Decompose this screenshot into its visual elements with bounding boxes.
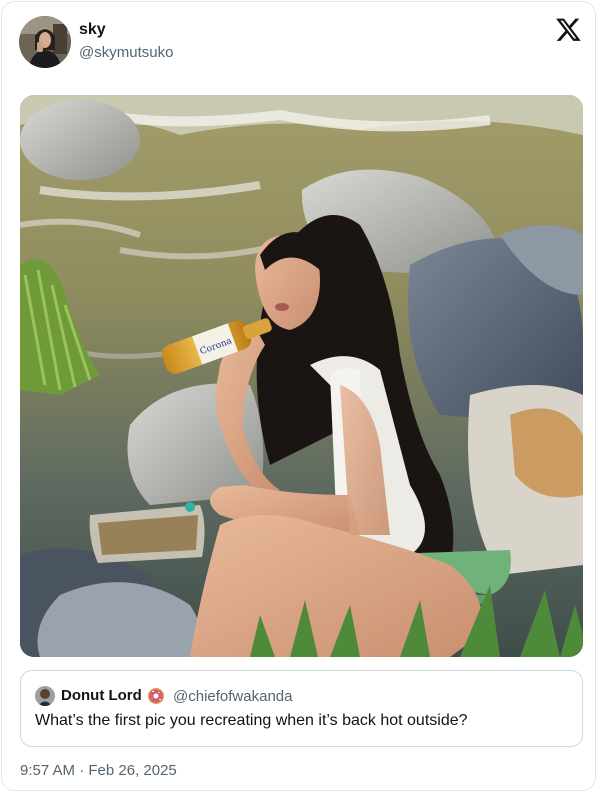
quoted-author-name[interactable]: Donut Lord — [61, 687, 142, 704]
post-card: sky @skymutsuko Corona Donut Lord @chief… — [1, 1, 596, 791]
donut-icon — [147, 687, 165, 705]
author-handle[interactable]: @skymutsuko — [79, 44, 173, 61]
x-logo-icon[interactable] — [555, 17, 581, 43]
post-timestamp[interactable]: 9:57 AM · Feb 26, 2025 — [20, 762, 177, 779]
quoted-post-text: What’s the first pic you recreating when… — [35, 712, 468, 729]
avatar-image — [19, 16, 71, 68]
quoted-post[interactable]: Donut Lord @chiefofwakanda What’s the fi… — [20, 670, 583, 747]
author-name[interactable]: sky — [79, 21, 106, 39]
quoted-avatar-image — [35, 686, 55, 706]
quoted-author-handle[interactable]: @chiefofwakanda — [173, 688, 292, 705]
quoted-author-avatar[interactable] — [35, 686, 55, 706]
author-avatar[interactable] — [19, 16, 71, 68]
post-photo[interactable]: Corona — [20, 95, 583, 657]
